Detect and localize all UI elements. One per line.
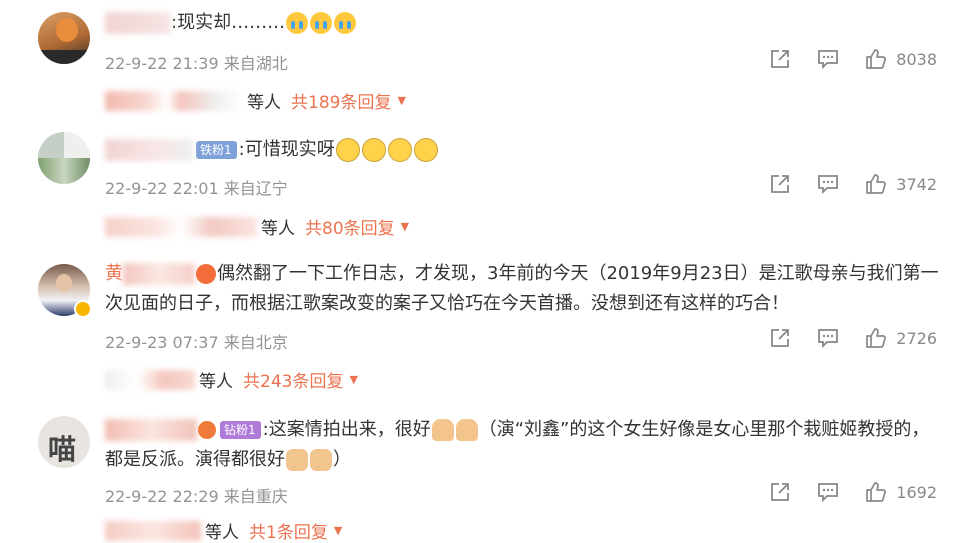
avatar[interactable]: 喵 — [38, 416, 90, 468]
drooling-emoji-icon — [361, 138, 386, 162]
comment-actions: 2726 — [768, 326, 937, 350]
share-icon — [771, 483, 790, 501]
username[interactable] — [105, 139, 193, 161]
chevron-down-icon[interactable]: ▼ — [334, 524, 342, 537]
reply-summary[interactable]: 等人 共80条回复 ▼ — [105, 214, 409, 239]
share-icon — [771, 175, 790, 193]
reply-count-link[interactable]: 共1条回复 — [249, 518, 328, 543]
comment-actions: 1692 — [768, 480, 937, 504]
username[interactable] — [105, 419, 197, 441]
thumbs-up-emoji-icon — [286, 449, 308, 471]
username-visible[interactable]: 黄 — [105, 263, 123, 284]
comment-actions: 8038 — [768, 47, 937, 71]
reply-count-link[interactable]: 共80条回复 — [305, 214, 395, 239]
share-button[interactable] — [768, 172, 792, 196]
praying-hands-emoji-icon — [455, 419, 478, 441]
drooling-emoji-icon — [335, 138, 360, 162]
share-icon — [771, 329, 790, 347]
avatar-text: 喵 — [48, 433, 77, 466]
reply-summary[interactable]: 等人 共1条回复 ▼ — [105, 518, 342, 543]
like-count: 3742 — [896, 174, 937, 194]
like-button[interactable]: 2726 — [864, 326, 937, 350]
share-button[interactable] — [768, 480, 792, 504]
comment-icon — [818, 50, 839, 70]
username[interactable] — [105, 12, 171, 34]
comment-button[interactable] — [816, 326, 840, 350]
like-icon — [866, 482, 887, 502]
comment-text: 钻粉1:这案情拍出来，很好 （演“刘鑫”的这个女生好像是女心里那个栽赃姬教授的，都… — [105, 419, 930, 471]
like-icon — [866, 174, 887, 194]
chevron-down-icon[interactable]: ▼ — [349, 373, 357, 386]
share-button[interactable] — [768, 326, 792, 350]
fan-badge: 铁粉1 — [196, 141, 237, 159]
comment-actions: 3742 — [768, 172, 937, 196]
like-button[interactable]: 1692 — [864, 480, 937, 504]
comment-meta: 22-9-23 07:37 来自北京 — [105, 333, 288, 352]
crying-emoji-icon — [286, 12, 309, 34]
comment-button[interactable] — [816, 480, 840, 504]
drooling-emoji-icon — [413, 138, 438, 162]
replier-names — [105, 369, 195, 390]
share-button[interactable] — [768, 47, 792, 71]
crying-emoji-icon — [310, 12, 333, 34]
replier-names — [105, 520, 201, 541]
comment-meta: 22-9-22 22:01 来自辽宁 — [105, 179, 288, 198]
reply-summary[interactable]: 等人 共189条回复 ▼ — [105, 88, 406, 113]
comment-meta: 22-9-22 21:39 来自湖北 — [105, 54, 288, 73]
comment-icon — [818, 175, 839, 195]
chevron-down-icon[interactable]: ▼ — [397, 94, 405, 107]
crying-emoji-icon — [334, 12, 357, 34]
username[interactable] — [123, 263, 195, 285]
like-count: 1692 — [896, 482, 937, 502]
avatar[interactable] — [38, 132, 90, 184]
like-count: 8038 — [896, 49, 937, 69]
like-icon — [866, 328, 887, 348]
verified-badge-icon — [74, 300, 92, 318]
replier-names — [105, 216, 257, 237]
comment-text: :现实却……… — [105, 8, 941, 38]
crown-badge-icon — [198, 421, 216, 439]
fan-badge: 钻粉1 — [220, 421, 261, 439]
reply-summary[interactable]: 等人 共243条回复 ▼ — [105, 367, 358, 392]
comment-text: 铁粉1:可惜现实呀 — [105, 135, 941, 165]
praying-hands-emoji-icon — [431, 419, 454, 441]
comment-button[interactable] — [816, 172, 840, 196]
reply-count-link[interactable]: 共189条回复 — [291, 88, 391, 113]
comment-text: 黄偶然翻了一下工作日志，才发现，3年前的今天（2019年9月23日）是江歌母亲与… — [105, 263, 939, 314]
comment-icon — [818, 483, 839, 503]
comment-meta: 22-9-22 22:29 来自重庆 — [105, 487, 288, 506]
avatar[interactable] — [38, 12, 90, 64]
thumbs-up-emoji-icon — [310, 449, 332, 471]
like-button[interactable]: 3742 — [864, 172, 937, 196]
like-button[interactable]: 8038 — [864, 47, 937, 71]
drooling-emoji-icon — [387, 138, 412, 162]
comment-icon — [818, 329, 839, 349]
replier-names — [105, 90, 243, 111]
like-icon — [866, 49, 887, 69]
like-count: 2726 — [896, 328, 937, 348]
share-icon — [771, 50, 790, 68]
chevron-down-icon[interactable]: ▼ — [401, 220, 409, 233]
reply-count-link[interactable]: 共243条回复 — [243, 367, 343, 392]
comment-button[interactable] — [816, 47, 840, 71]
crown-badge-icon — [196, 264, 216, 284]
